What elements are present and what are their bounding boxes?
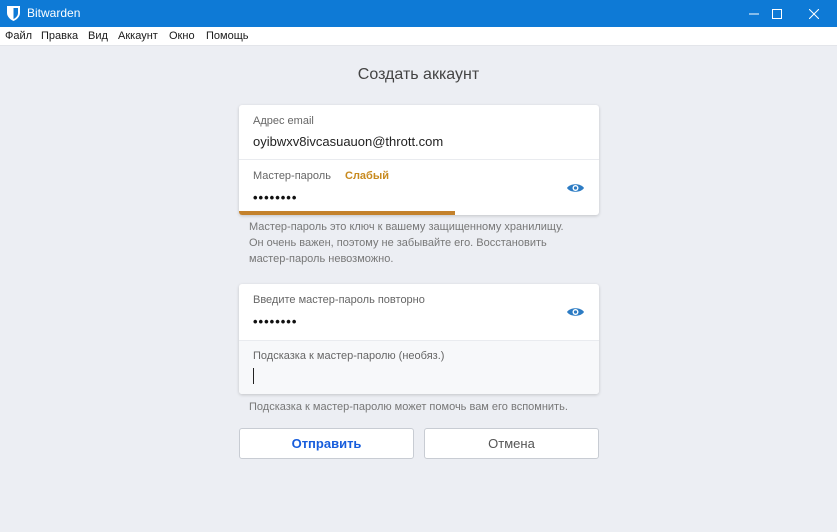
master-password-label: Мастер-пароль bbox=[253, 170, 331, 182]
menu-help[interactable]: Помощь bbox=[206, 30, 249, 42]
text-caret bbox=[253, 368, 254, 384]
eye-icon[interactable] bbox=[566, 182, 585, 194]
account-card: Адрес email oyibwxv8ivcasuauon@thrott.co… bbox=[239, 105, 599, 215]
password-strength-meter bbox=[239, 211, 455, 215]
help-line: Он очень важен, поэтому не забывайте его… bbox=[249, 237, 547, 249]
email-field[interactable]: oyibwxv8ivcasuauon@thrott.com bbox=[253, 134, 443, 149]
close-icon bbox=[809, 8, 819, 19]
eye-icon[interactable] bbox=[566, 306, 585, 318]
help-line: мастер-пароль невозможно. bbox=[249, 253, 394, 265]
help-line: Мастер-пароль это ключ к вашему защищенн… bbox=[249, 221, 564, 233]
page-title: Создать аккаунт bbox=[357, 66, 480, 83]
email-label: Адрес email bbox=[253, 115, 314, 127]
hint-label: Подсказка к мастер-паролю (необяз.) bbox=[253, 350, 445, 362]
menu-edit[interactable]: Правка bbox=[41, 30, 78, 42]
menu-view[interactable]: Вид bbox=[88, 30, 108, 42]
divider bbox=[239, 159, 599, 160]
master-password-field[interactable]: •••••••• bbox=[253, 190, 297, 205]
close-button[interactable] bbox=[791, 0, 837, 27]
hint-help: Подсказка к мастер-паролю может помочь в… bbox=[249, 401, 568, 413]
submit-button[interactable]: Отправить bbox=[239, 428, 414, 459]
window-title: Bitwarden bbox=[27, 6, 81, 20]
cancel-button[interactable]: Отмена bbox=[424, 428, 599, 459]
master-password-help: Мастер-пароль это ключ к вашему защищенн… bbox=[249, 219, 599, 267]
retype-password-label: Введите мастер-пароль повторно bbox=[253, 294, 425, 306]
menu-file[interactable]: Файл bbox=[5, 30, 32, 42]
bitwarden-shield-icon bbox=[7, 6, 20, 21]
menu-bar: Файл Правка Вид Аккаунт Окно Помощь bbox=[0, 27, 837, 46]
title-bar: Bitwarden bbox=[0, 0, 837, 27]
menu-window[interactable]: Окно bbox=[169, 30, 195, 42]
confirm-card: Введите мастер-пароль повторно •••••••• … bbox=[239, 284, 599, 394]
hint-section[interactable]: Подсказка к мастер-паролю (необяз.) bbox=[239, 340, 599, 394]
divider bbox=[239, 340, 599, 341]
maximize-icon bbox=[772, 8, 782, 19]
menu-account[interactable]: Аккаунт bbox=[118, 30, 158, 42]
retype-password-field[interactable]: •••••••• bbox=[253, 314, 297, 329]
password-strength-label: Слабый bbox=[345, 170, 389, 182]
